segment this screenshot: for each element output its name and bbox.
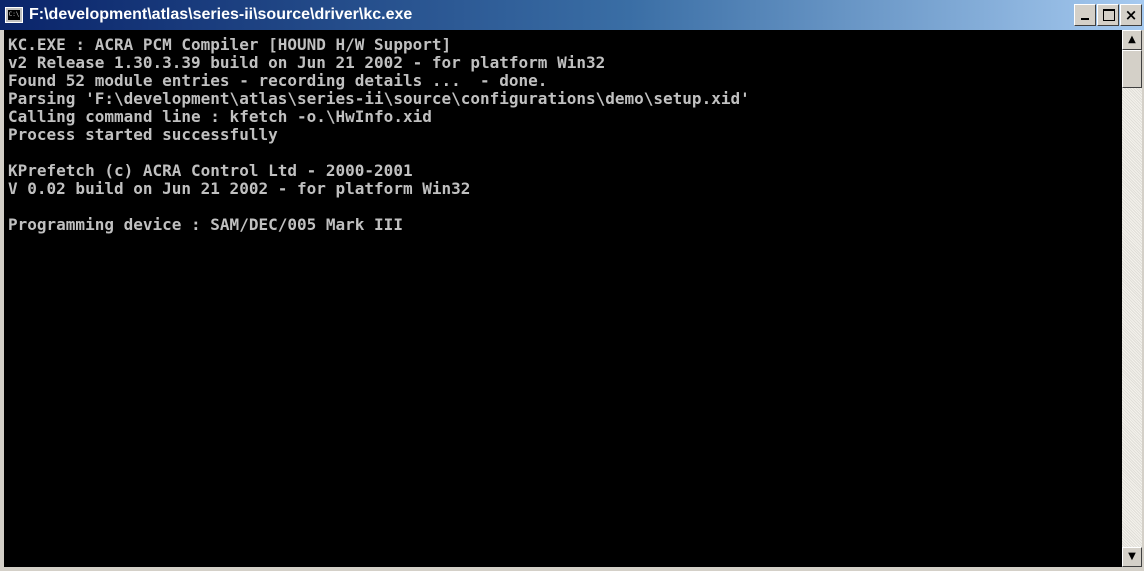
console-line: Parsing 'F:\development\atlas\series-ii\… (8, 89, 750, 108)
vertical-scrollbar[interactable]: ▲ ▼ (1122, 30, 1142, 567)
console-line: Programming device : SAM/DEC/005 Mark II… (8, 215, 403, 234)
window-title: F:\development\atlas\series-ii\source\dr… (29, 6, 413, 23)
console-line: Process started successfully (8, 125, 278, 144)
minimize-button[interactable] (1074, 4, 1096, 26)
console-app-icon[interactable]: C:\ (5, 7, 23, 23)
window-controls: × (1073, 4, 1142, 26)
console-output[interactable]: KC.EXE : ACRA PCM Compiler [HOUND H/W Su… (4, 30, 1122, 567)
scroll-up-button[interactable]: ▲ (1122, 30, 1142, 50)
console-line: v2 Release 1.30.3.39 build on Jun 21 200… (8, 53, 606, 72)
console-line: V 0.02 build on Jun 21 2002 - for platfo… (8, 179, 471, 198)
scroll-thumb[interactable] (1122, 50, 1142, 88)
minimize-icon (1081, 18, 1089, 20)
scroll-down-button[interactable]: ▼ (1122, 547, 1142, 567)
close-icon: × (1124, 6, 1138, 24)
title-bar[interactable]: C:\ F:\development\atlas\series-ii\sourc… (0, 0, 1144, 30)
close-button[interactable]: × (1120, 4, 1142, 26)
console-line: KC.EXE : ACRA PCM Compiler [HOUND H/W Su… (8, 35, 452, 54)
console-line: Calling command line : kfetch -o.\HwInfo… (8, 107, 432, 126)
console-screen-icon: C:\ (8, 10, 20, 20)
console-line: Found 52 module entries - recording deta… (8, 71, 548, 90)
window-frame-bottom (0, 567, 1144, 571)
console-window: C:\ F:\development\atlas\series-ii\sourc… (0, 0, 1144, 571)
maximize-button[interactable] (1097, 4, 1119, 26)
arrow-up-icon: ▲ (1128, 34, 1136, 45)
maximize-icon (1103, 9, 1115, 21)
console-line: KPrefetch (c) ACRA Control Ltd - 2000-20… (8, 161, 413, 180)
arrow-down-icon: ▼ (1128, 551, 1136, 562)
